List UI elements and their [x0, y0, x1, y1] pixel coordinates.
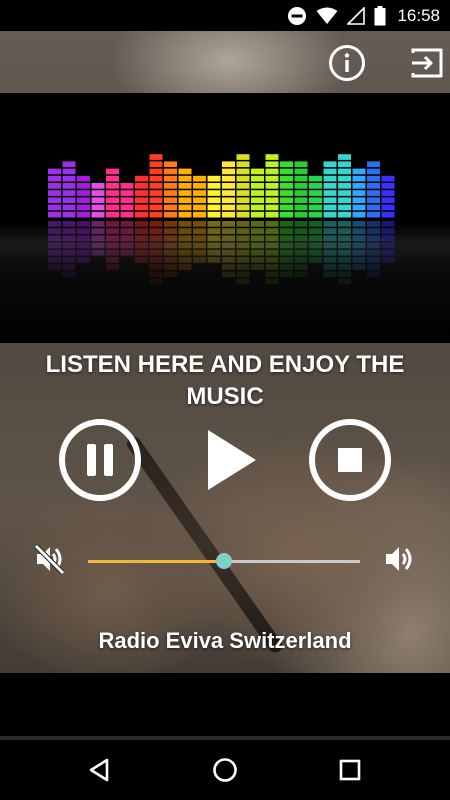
equalizer-graphic [48, 154, 395, 285]
exit-icon [411, 48, 443, 78]
page-title: LISTEN HERE AND ENJOY THE MUSIC [45, 351, 405, 410]
station-name: Radio Eviva Switzerland [98, 628, 352, 653]
pause-button[interactable] [58, 418, 142, 502]
volume-mute-icon [34, 544, 65, 575]
status-time: 16:58 [397, 5, 440, 25]
back-icon [89, 758, 109, 782]
recents-icon [339, 759, 361, 781]
play-icon [208, 430, 256, 490]
battery-icon [374, 5, 386, 25]
navigation-bar [0, 740, 450, 800]
play-button[interactable] [190, 418, 274, 502]
volume-up-icon [386, 547, 412, 571]
status-bar: 16:58 [0, 0, 450, 31]
pause-icon [59, 419, 141, 501]
volume-control [0, 536, 450, 586]
stop-button[interactable] [308, 418, 392, 502]
status-icons: 16:58 [287, 0, 440, 31]
home-button[interactable] [209, 754, 241, 786]
signal-icon [347, 6, 366, 25]
stop-icon [309, 419, 391, 501]
exit-button[interactable] [407, 43, 447, 83]
home-icon [213, 758, 237, 782]
wifi-icon [316, 7, 338, 24]
info-icon [329, 45, 365, 81]
do-not-disturb-icon [288, 6, 307, 25]
back-button[interactable] [83, 754, 115, 786]
bottom-area [0, 673, 450, 743]
recents-button[interactable] [334, 754, 366, 786]
mute-button[interactable] [32, 541, 68, 577]
header-actions [0, 31, 450, 93]
info-button[interactable] [327, 43, 367, 83]
volume-up-button[interactable] [382, 541, 418, 577]
equalizer-banner [0, 93, 450, 343]
volume-slider-fill [88, 560, 224, 563]
volume-slider[interactable] [88, 553, 360, 569]
volume-slider-thumb[interactable] [216, 553, 232, 569]
